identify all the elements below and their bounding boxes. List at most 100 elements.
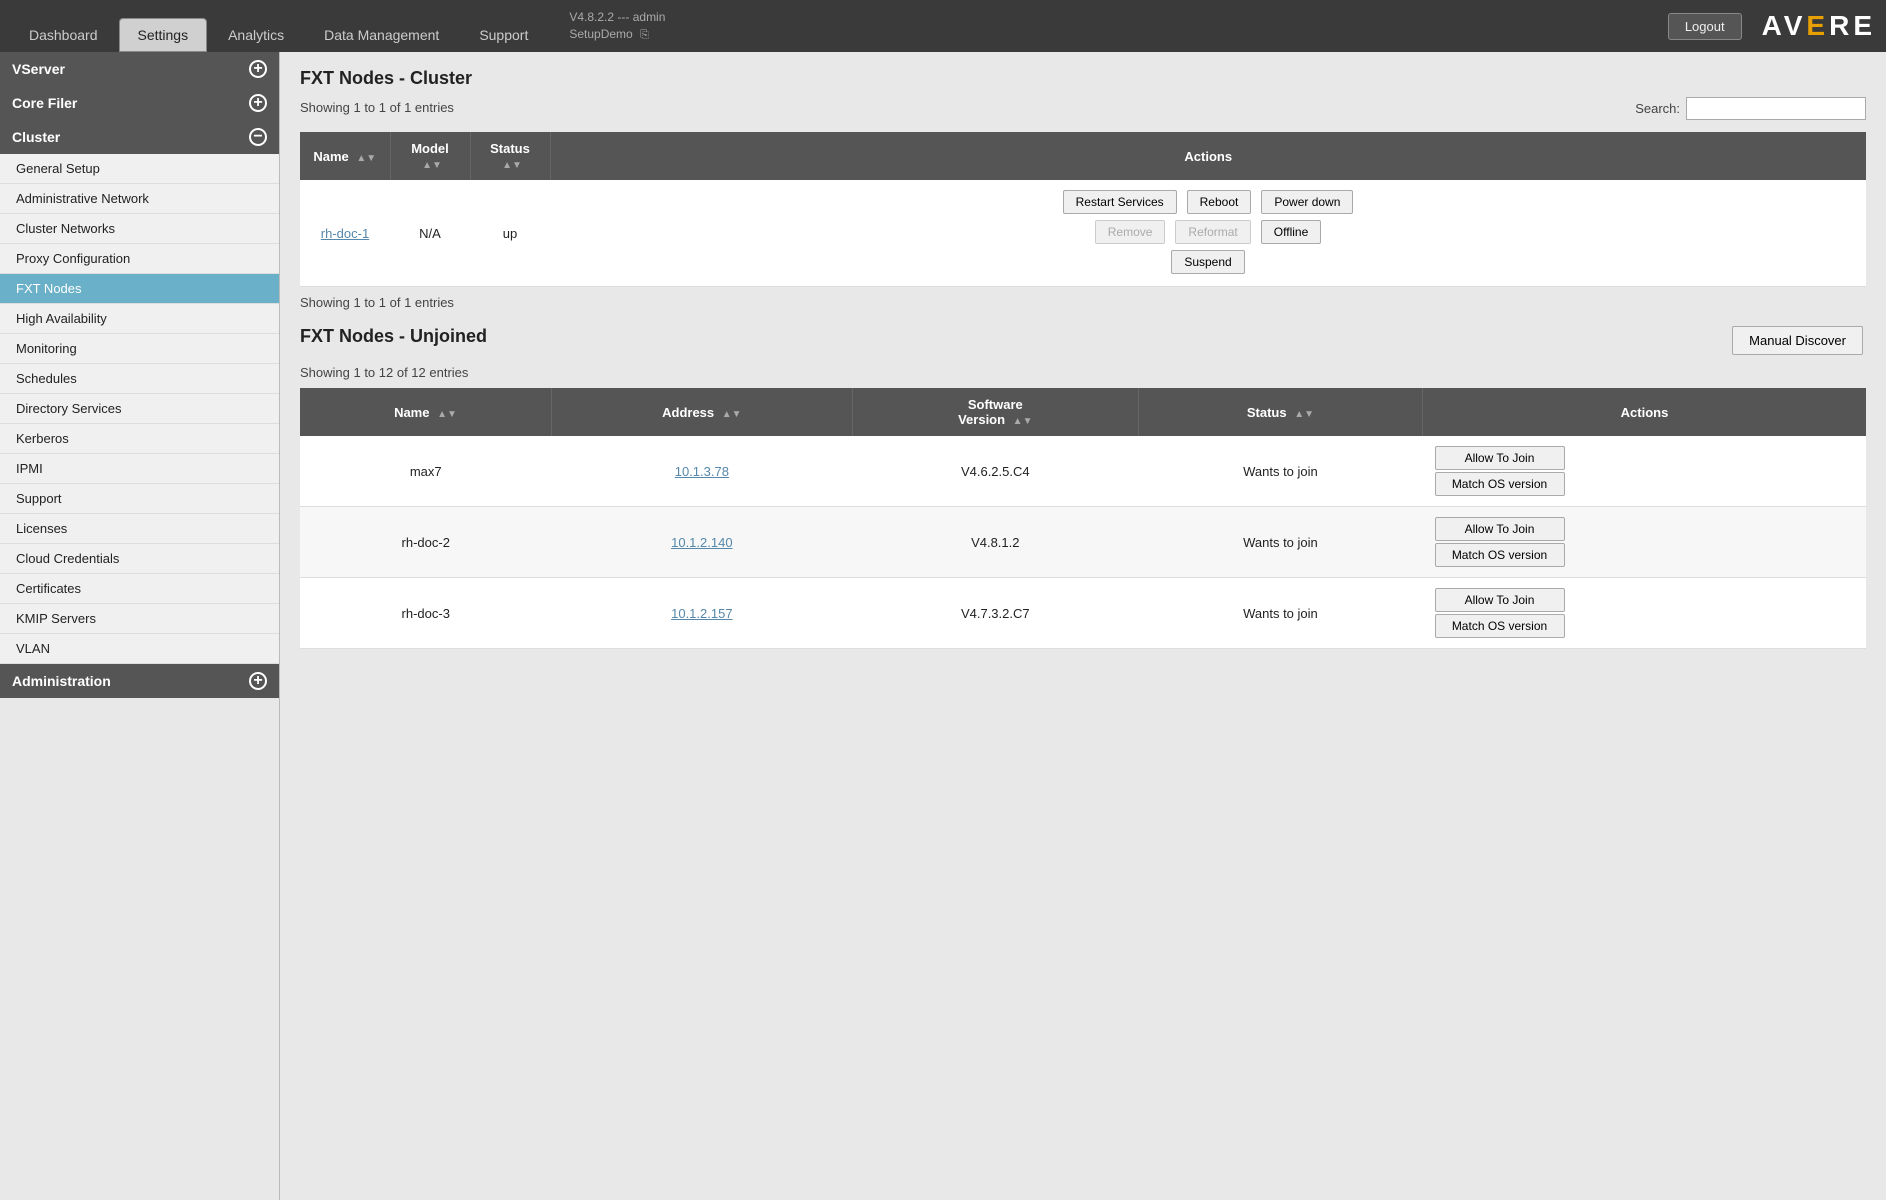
sidebar-item-cloud-credentials[interactable]: Cloud Credentials — [0, 544, 279, 574]
col-status: Status ▲▼ — [470, 132, 550, 180]
manual-discover-button[interactable]: Manual Discover — [1732, 326, 1863, 355]
allow-join-button-1[interactable]: Allow To Join — [1435, 446, 1565, 470]
unode-name-2: rh-doc-2 — [300, 507, 551, 578]
search-bar: Search: — [1635, 97, 1866, 120]
cluster-table: Name ▲▼ Model ▲▼ Status ▲▼ Actions rh-do… — [300, 132, 1866, 287]
uversion-sort-icon[interactable]: ▲▼ — [1013, 416, 1033, 427]
sidebar-item-kmip-servers[interactable]: KMIP Servers — [0, 604, 279, 634]
ucol-name: Name ▲▼ — [300, 388, 551, 436]
sidebar-section-administration[interactable]: Administration + — [0, 664, 279, 698]
cluster-showing-bottom: Showing 1 to 1 of 1 entries — [300, 295, 1866, 310]
unode-actions-3: Allow To Join Match OS version — [1423, 578, 1867, 649]
core-filer-label: Core Filer — [12, 95, 77, 111]
model-sort-icon[interactable]: ▲▼ — [422, 160, 442, 171]
col-actions: Actions — [550, 132, 1866, 180]
col-name: Name ▲▼ — [300, 132, 390, 180]
match-os-button-2[interactable]: Match OS version — [1435, 543, 1565, 567]
sidebar-item-cluster-networks[interactable]: Cluster Networks — [0, 214, 279, 244]
unode-actions-1: Allow To Join Match OS version — [1423, 436, 1867, 507]
unjoined-table-row: rh-doc-2 10.1.2.140 V4.8.1.2 Wants to jo… — [300, 507, 1866, 578]
avere-logo: AVERE — [1762, 10, 1876, 42]
unode-actions-2: Allow To Join Match OS version — [1423, 507, 1867, 578]
tab-analytics[interactable]: Analytics — [209, 18, 303, 52]
cluster-expand-icon: − — [249, 128, 267, 146]
search-input[interactable] — [1686, 97, 1866, 120]
core-filer-expand-icon: + — [249, 94, 267, 112]
unode-address-link-2[interactable]: 10.1.2.140 — [671, 535, 732, 550]
ucol-status: Status ▲▼ — [1138, 388, 1422, 436]
nav-tabs: Dashboard Settings Analytics Data Manage… — [10, 0, 549, 52]
uname-sort-icon[interactable]: ▲▼ — [437, 409, 457, 420]
unjoined-table-row: rh-doc-3 10.1.2.157 V4.7.3.2.C7 Wants to… — [300, 578, 1866, 649]
unode-status-3: Wants to join — [1138, 578, 1422, 649]
unode-address-1: 10.1.3.78 — [551, 436, 852, 507]
sidebar-item-fxt-nodes[interactable]: FXT Nodes — [0, 274, 279, 304]
sidebar-item-monitoring[interactable]: Monitoring — [0, 334, 279, 364]
col-model: Model ▲▼ — [390, 132, 470, 180]
node-name-cell: rh-doc-1 — [300, 180, 390, 287]
unjoined-table-row: max7 10.1.3.78 V4.6.2.5.C4 Wants to join… — [300, 436, 1866, 507]
unode-status-1: Wants to join — [1138, 436, 1422, 507]
reboot-button[interactable]: Reboot — [1187, 190, 1252, 214]
sidebar-item-schedules[interactable]: Schedules — [0, 364, 279, 394]
restart-services-button[interactable]: Restart Services — [1063, 190, 1177, 214]
sidebar-item-licenses[interactable]: Licenses — [0, 514, 279, 544]
sidebar-section-vserver[interactable]: VServer + — [0, 52, 279, 86]
tab-data-management[interactable]: Data Management — [305, 18, 458, 52]
sidebar-item-directory-services[interactable]: Directory Services — [0, 394, 279, 424]
match-os-button-1[interactable]: Match OS version — [1435, 472, 1565, 496]
logout-button[interactable]: Logout — [1668, 13, 1742, 40]
unode-status-2: Wants to join — [1138, 507, 1422, 578]
cluster-table-row: rh-doc-1 N/A up Restart Services Reboot … — [300, 180, 1866, 287]
node-model-cell: N/A — [390, 180, 470, 287]
offline-button[interactable]: Offline — [1261, 220, 1321, 244]
tab-settings[interactable]: Settings — [119, 18, 208, 52]
allow-join-button-2[interactable]: Allow To Join — [1435, 517, 1565, 541]
ustatus-sort-icon[interactable]: ▲▼ — [1294, 409, 1314, 420]
name-sort-icon[interactable]: ▲▼ — [356, 153, 376, 164]
sidebar-section-cluster[interactable]: Cluster − — [0, 120, 279, 154]
unjoined-showing: Showing 1 to 12 of 12 entries — [300, 365, 1866, 380]
node-status-cell: up — [470, 180, 550, 287]
remove-button[interactable]: Remove — [1095, 220, 1166, 244]
unode-address-3: 10.1.2.157 — [551, 578, 852, 649]
reformat-button[interactable]: Reformat — [1175, 220, 1250, 244]
sidebar-section-core-filer[interactable]: Core Filer + — [0, 86, 279, 120]
cluster-showing-top: Showing 1 to 1 of 1 entries — [300, 100, 454, 115]
vserver-expand-icon: + — [249, 60, 267, 78]
unode-address-link-3[interactable]: 10.1.2.157 — [671, 606, 732, 621]
sidebar-item-ipmi[interactable]: IPMI — [0, 454, 279, 484]
allow-join-button-3[interactable]: Allow To Join — [1435, 588, 1565, 612]
unode-version-2: V4.8.1.2 — [852, 507, 1138, 578]
cluster-section-title: FXT Nodes - Cluster — [300, 68, 1866, 89]
sidebar-item-administrative-network[interactable]: Administrative Network — [0, 184, 279, 214]
tab-dashboard[interactable]: Dashboard — [10, 18, 117, 52]
tab-support[interactable]: Support — [460, 18, 547, 52]
unode-version-3: V4.7.3.2.C7 — [852, 578, 1138, 649]
node-name-link[interactable]: rh-doc-1 — [321, 226, 369, 241]
unode-address-link-1[interactable]: 10.1.3.78 — [675, 464, 729, 479]
match-os-button-3[interactable]: Match OS version — [1435, 614, 1565, 638]
power-down-button[interactable]: Power down — [1261, 190, 1353, 214]
ucol-software: SoftwareVersion ▲▼ — [852, 388, 1138, 436]
cluster-section-label: Cluster — [12, 129, 60, 145]
sidebar-item-kerberos[interactable]: Kerberos — [0, 424, 279, 454]
vserver-label: VServer — [12, 61, 65, 77]
sidebar-item-proxy-configuration[interactable]: Proxy Configuration — [0, 244, 279, 274]
top-bar: Dashboard Settings Analytics Data Manage… — [0, 0, 1886, 52]
content-area: FXT Nodes - Cluster Showing 1 to 1 of 1 … — [280, 52, 1886, 1200]
sidebar-item-high-availability[interactable]: High Availability — [0, 304, 279, 334]
sidebar-item-support[interactable]: Support — [0, 484, 279, 514]
unjoined-table: Name ▲▼ Address ▲▼ SoftwareVersion ▲▼ St… — [300, 388, 1866, 649]
administration-expand-icon: + — [249, 672, 267, 690]
version-info: V4.8.2.2 --- admin SetupDemo ⎘ — [569, 9, 665, 43]
sidebar-item-vlan[interactable]: VLAN — [0, 634, 279, 664]
ucol-address: Address ▲▼ — [551, 388, 852, 436]
status-sort-icon[interactable]: ▲▼ — [502, 160, 522, 171]
uaddress-sort-icon[interactable]: ▲▼ — [722, 409, 742, 420]
sidebar: VServer + Core Filer + Cluster − General… — [0, 52, 280, 1200]
sidebar-item-certificates[interactable]: Certificates — [0, 574, 279, 604]
unode-name-1: max7 — [300, 436, 551, 507]
sidebar-item-general-setup[interactable]: General Setup — [0, 154, 279, 184]
suspend-button[interactable]: Suspend — [1171, 250, 1244, 274]
